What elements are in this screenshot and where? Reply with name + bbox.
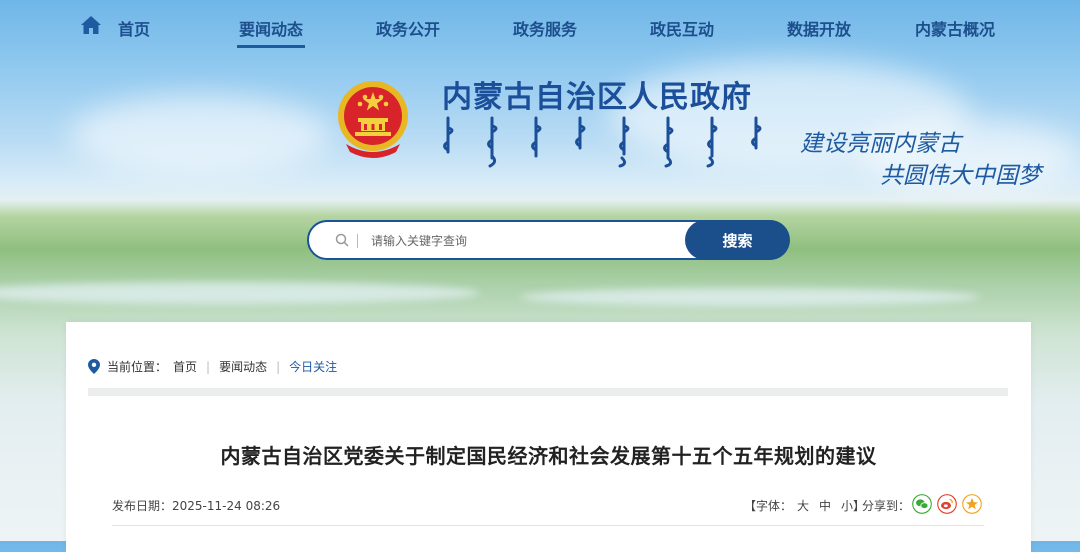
breadcrumb-prefix: 当前位置：: [107, 360, 168, 374]
wechat-icon[interactable]: [912, 494, 932, 514]
font-size-control: 【字体：大中小】: [744, 497, 865, 514]
nav-item-services[interactable]: 政务服务: [513, 16, 577, 40]
home-icon[interactable]: [80, 15, 102, 35]
nav-item-news[interactable]: 要闻动态: [236, 16, 306, 48]
publish-date-value: 2025-11-24 08:26: [172, 499, 281, 513]
nav-item-interaction[interactable]: 政民互动: [650, 16, 714, 40]
content-panel: 当前位置： 首页 | 要闻动态 | 今日关注 内蒙古自治区党委关于制定国民经济和…: [66, 322, 1031, 552]
breadcrumb-separator: |: [206, 359, 211, 374]
national-emblem: [338, 81, 408, 158]
site-title: 内蒙古自治区人民政府: [442, 80, 752, 115]
slogan: 建设亮丽内蒙古 共圆伟大中国梦: [800, 128, 1041, 198]
river-decoration: [0, 282, 480, 304]
breadcrumb-current[interactable]: 今日关注: [289, 358, 337, 375]
search-button[interactable]: 搜索: [685, 220, 790, 260]
breadcrumb-divider: [88, 388, 1008, 396]
breadcrumb: 当前位置： 首页 | 要闻动态 | 今日关注: [88, 358, 337, 375]
breadcrumb-news[interactable]: 要闻动态: [219, 358, 267, 375]
search-input[interactable]: [369, 230, 673, 252]
publish-date-label: 发布日期：: [112, 499, 173, 513]
mongolian-script: [443, 116, 762, 168]
nav-item-open-data[interactable]: 数据开放: [787, 16, 851, 40]
nav-item-overview[interactable]: 内蒙古概况: [915, 16, 995, 40]
nav-item-home[interactable]: 首页: [118, 16, 150, 40]
search-icon: [335, 233, 349, 247]
nav-item-gov-affairs[interactable]: 政务公开: [376, 16, 440, 40]
cloud-decoration: [70, 95, 330, 175]
font-size-label: 【字体：: [744, 499, 793, 513]
slogan-line-2: 共圆伟大中国梦: [880, 163, 1041, 189]
article-title: 内蒙古自治区党委关于制定国民经济和社会发展第十五个五年规划的建议: [220, 444, 877, 468]
top-nav: 首页 要闻动态 政务公开 政务服务 政民互动 数据开放 内蒙古概况: [0, 0, 1080, 52]
font-size-medium[interactable]: 中: [819, 499, 831, 513]
search-separator: [357, 234, 358, 248]
breadcrumb-separator: |: [276, 359, 281, 374]
river-decoration: [520, 288, 980, 306]
meta-divider: [112, 525, 984, 526]
share-label: 分享到：: [862, 499, 911, 513]
qzone-icon[interactable]: [962, 494, 982, 514]
breadcrumb-home[interactable]: 首页: [173, 358, 197, 375]
publish-date: 发布日期：2025-11-24 08:26: [112, 497, 280, 514]
slogan-line-1: 建设亮丽内蒙古: [800, 131, 961, 157]
font-size-large[interactable]: 大: [797, 499, 809, 513]
weibo-icon[interactable]: [937, 494, 957, 514]
location-pin-icon: [88, 359, 100, 374]
